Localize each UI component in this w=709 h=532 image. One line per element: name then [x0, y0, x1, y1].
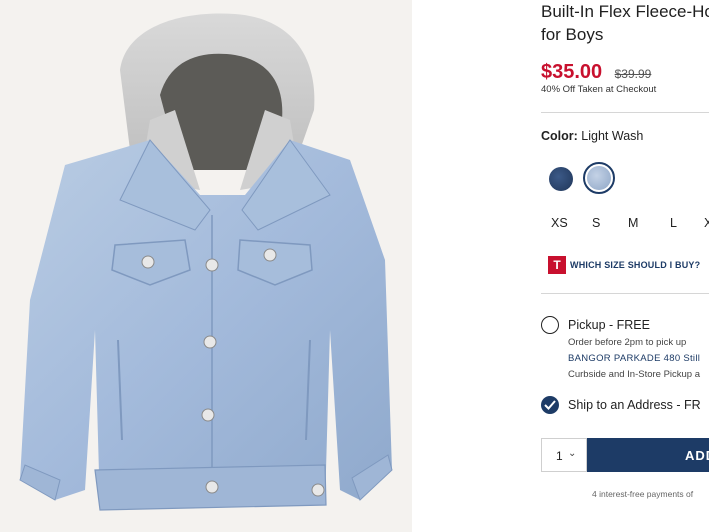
chevron-down-icon: ⌄: [568, 448, 577, 459]
size-l[interactable]: L: [670, 216, 677, 230]
pickup-title[interactable]: Pickup - FREE: [568, 318, 650, 332]
size-xl[interactable]: XL: [704, 216, 709, 230]
installments-text: 4 interest-free payments of: [592, 489, 694, 499]
size-s[interactable]: S: [592, 216, 600, 230]
size-xs[interactable]: XS: [551, 216, 568, 230]
divider: [541, 293, 709, 294]
product-title-line-1: Built-In Flex Fleece-Hooded Jean Jacket: [541, 2, 709, 21]
pickup-note: Order before 2pm to pick up: [568, 337, 687, 348]
swatch-dark-wash[interactable]: [549, 167, 573, 191]
checkmark-icon: [544, 400, 556, 410]
pickup-radio[interactable]: [541, 316, 559, 334]
ship-radio-checked[interactable]: [541, 396, 559, 414]
sale-price: $35.00: [541, 61, 603, 83]
size-m[interactable]: M: [628, 216, 638, 230]
pickup-info: Curbside and In-Store Pickup a: [568, 369, 701, 380]
swatch-light-wash[interactable]: [587, 166, 611, 190]
color-value: Light Wash: [581, 129, 644, 143]
true-fit-logo-icon: T: [548, 256, 566, 274]
add-button-label: ADD: [685, 448, 709, 463]
product-details: Built-In Flex Fleece-Hooded Jean Jacket …: [541, 0, 709, 532]
product-title-line-2: for Boys: [541, 25, 604, 44]
ship-title[interactable]: Ship to an Address - FR: [568, 398, 701, 412]
promo-text: 40% Off Taken at Checkout: [541, 84, 657, 95]
divider: [541, 112, 709, 113]
product-image[interactable]: [0, 0, 412, 532]
quantity-value: 1: [556, 449, 563, 463]
size-guide-text: WHICH SIZE SHOULD I BUY?: [570, 260, 701, 270]
price-row: $35.00 $39.99: [541, 61, 651, 84]
quantity-select[interactable]: 1 ⌄: [541, 438, 587, 472]
color-selection-label: Color: Light Wash: [541, 129, 643, 143]
product-title: Built-In Flex Fleece-Hooded Jean Jacket …: [541, 0, 709, 46]
color-label: Color:: [541, 129, 578, 143]
pickup-store-link[interactable]: BANGOR PARKADE 480 Still: [568, 353, 700, 364]
add-to-bag-button[interactable]: ADD: [587, 438, 709, 472]
original-price: $39.99: [614, 67, 652, 81]
jacket-illustration: [19, 13, 393, 511]
